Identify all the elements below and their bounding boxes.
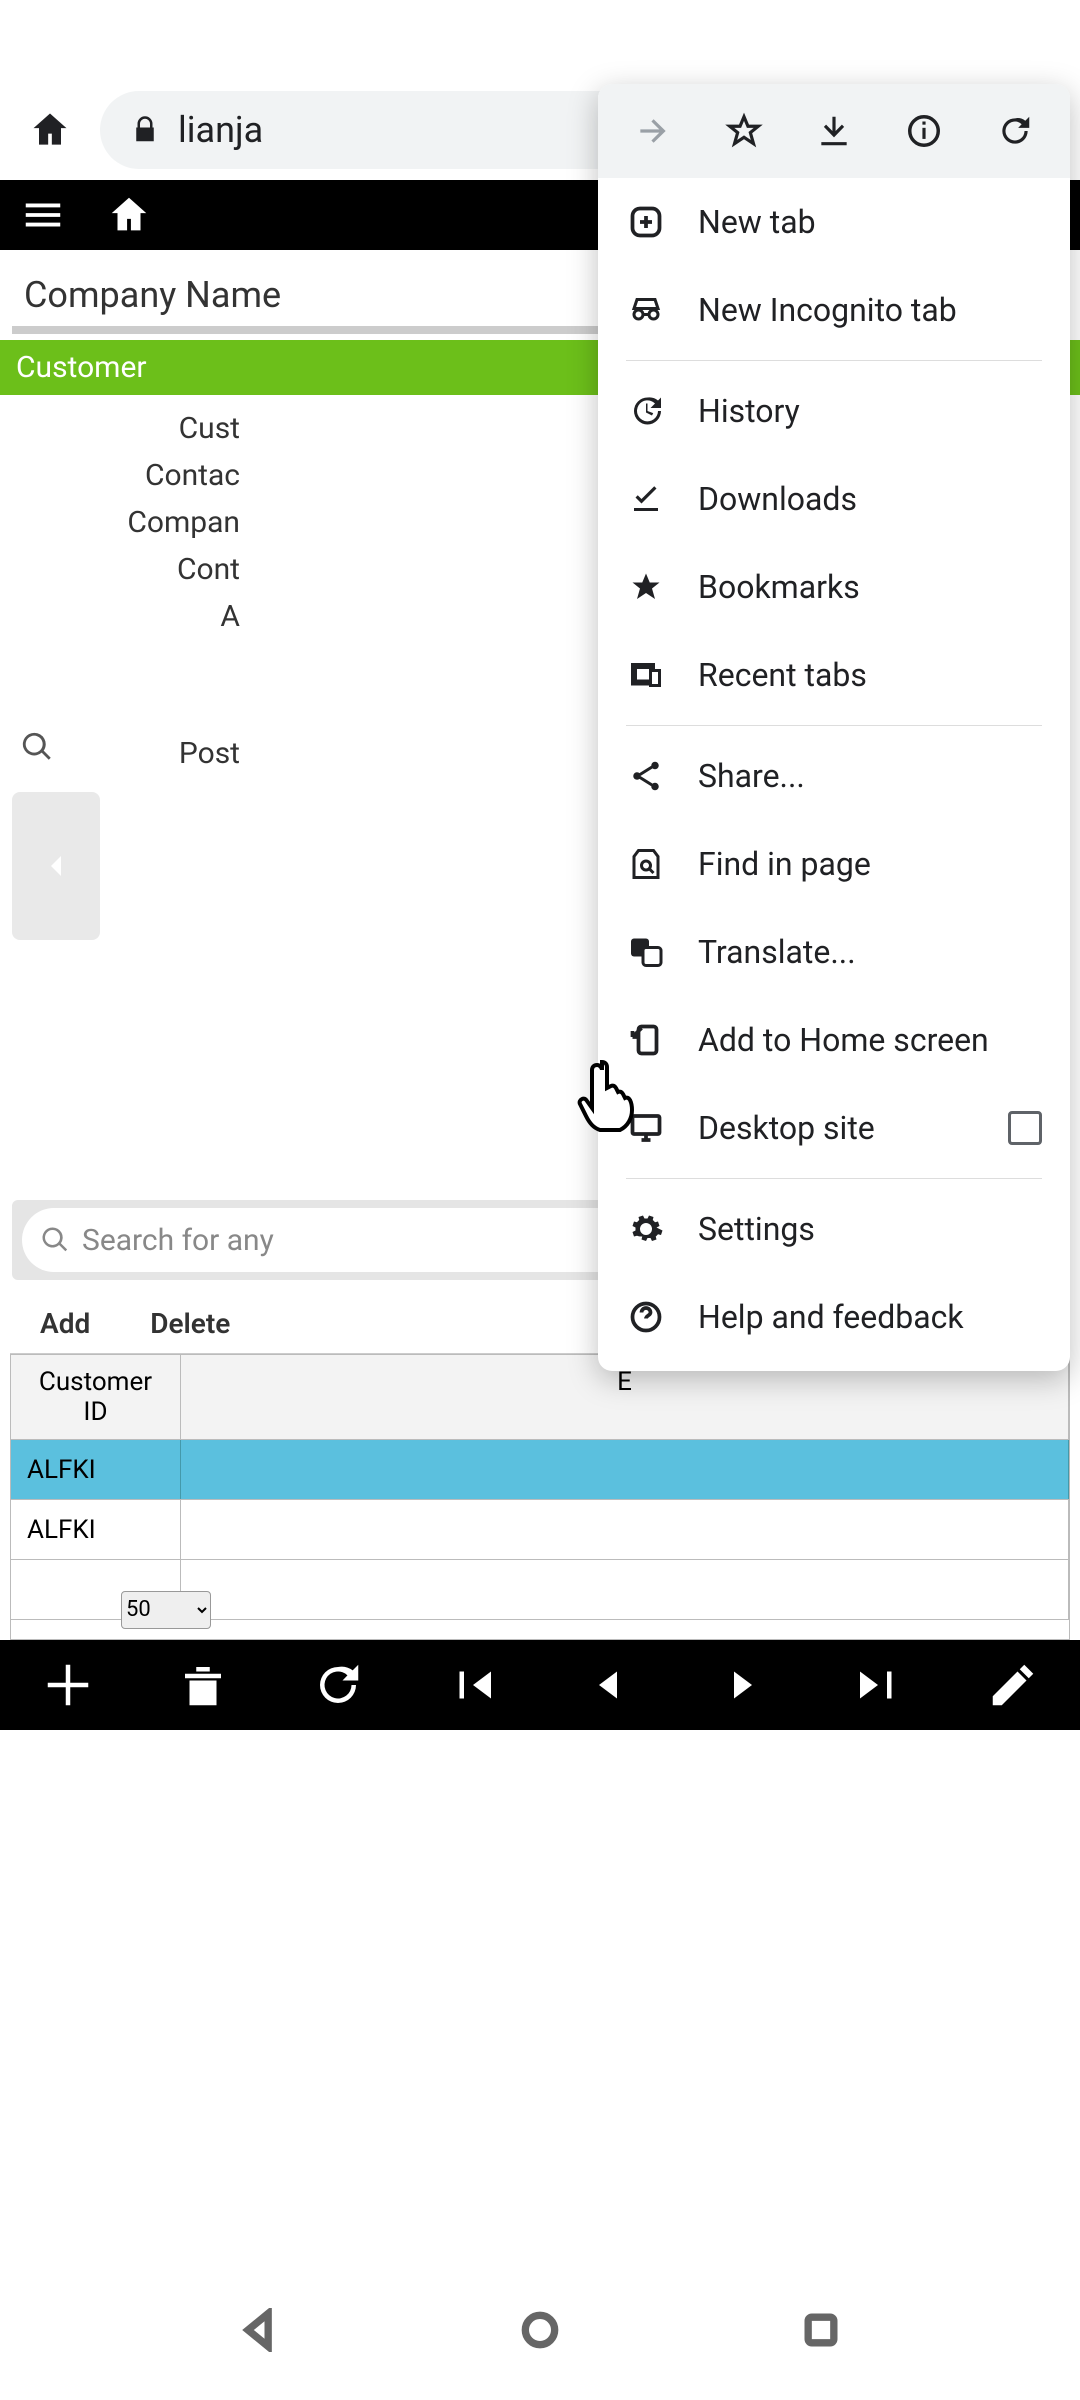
recents-nav-icon[interactable] <box>799 2308 843 2352</box>
field-label: Compan <box>0 499 240 546</box>
home-button[interactable] <box>20 100 80 160</box>
menu-item-label: Add to Home screen <box>698 1021 989 1059</box>
pager: 50 <box>10 1580 1070 1640</box>
star-icon[interactable] <box>725 112 763 150</box>
trash-icon[interactable] <box>176 1658 230 1712</box>
cell-customer-id: ALFKI <box>11 1440 181 1499</box>
app-home-icon[interactable] <box>106 192 152 238</box>
home-nav-icon[interactable] <box>518 2308 562 2352</box>
next-icon[interactable] <box>716 1658 770 1712</box>
first-icon[interactable] <box>446 1658 500 1712</box>
table-row[interactable]: ALFKI <box>10 1500 1070 1560</box>
search-icon <box>40 1225 70 1255</box>
plus-icon[interactable] <box>41 1658 95 1712</box>
menu-item-find[interactable]: Find in page <box>598 820 1070 908</box>
info-icon[interactable] <box>905 112 943 150</box>
menu-item-label: Recent tabs <box>698 656 867 694</box>
hamburger-icon[interactable] <box>20 192 66 238</box>
menu-icon-row <box>598 84 1070 178</box>
history-icon <box>626 393 666 429</box>
check-download-icon <box>626 481 666 517</box>
record-toolbar <box>0 1640 1080 1730</box>
menu-item-settings[interactable]: Settings <box>598 1185 1070 1273</box>
menu-item-label: Settings <box>698 1210 815 1248</box>
menu-item-label: Share... <box>698 757 805 795</box>
field-label: Cust <box>0 405 240 452</box>
menu-item-label: Find in page <box>698 845 871 883</box>
last-icon[interactable] <box>851 1658 905 1712</box>
menu-item-label: Desktop site <box>698 1109 875 1147</box>
home-icon <box>28 108 72 152</box>
menu-item-label: Bookmarks <box>698 568 860 606</box>
prev-icon[interactable] <box>581 1658 635 1712</box>
incognito-icon <box>626 292 666 328</box>
menu-item-desktop-site[interactable]: Desktop site <box>598 1084 1070 1172</box>
column-header[interactable]: Customer ID <box>11 1355 181 1439</box>
back-nav-icon[interactable] <box>237 2308 281 2352</box>
menu-item-share[interactable]: Share... <box>598 732 1070 820</box>
cell <box>181 1500 1069 1559</box>
find-icon <box>626 846 666 882</box>
menu-item-bookmarks[interactable]: Bookmarks <box>598 543 1070 631</box>
status-bar <box>0 0 1080 80</box>
android-nav-bar <box>0 2260 1080 2400</box>
search-icon[interactable] <box>20 730 54 768</box>
gear-icon <box>626 1211 666 1247</box>
field-label: Contac <box>0 452 240 499</box>
menu-separator <box>626 1178 1042 1179</box>
devices-icon <box>626 657 666 693</box>
expand-handle[interactable] <box>12 792 100 940</box>
cell <box>181 1440 1069 1499</box>
menu-item-label: New tab <box>698 203 816 241</box>
browser-overflow-menu: New tab New Incognito tab History Downlo… <box>598 84 1070 1371</box>
menu-separator <box>626 725 1042 726</box>
translate-icon <box>626 934 666 970</box>
lock-icon <box>130 115 160 145</box>
cursor-pointer-icon <box>576 1058 640 1138</box>
plus-box-icon <box>626 204 666 240</box>
menu-item-translate[interactable]: Translate... <box>598 908 1070 996</box>
page-size-select[interactable]: 50 <box>121 1591 211 1629</box>
menu-item-help[interactable]: Help and feedback <box>598 1273 1070 1361</box>
add-home-icon <box>626 1022 666 1058</box>
table-row[interactable]: ALFKI <box>10 1440 1070 1500</box>
menu-item-label: Downloads <box>698 480 857 518</box>
help-icon <box>626 1299 666 1335</box>
menu-item-label: History <box>698 392 800 430</box>
download-icon[interactable] <box>815 112 853 150</box>
menu-item-add-home[interactable]: Add to Home screen <box>598 996 1070 1084</box>
search-placeholder: Search for any <box>82 1223 274 1258</box>
menu-separator <box>626 360 1042 361</box>
star-filled-icon <box>626 569 666 605</box>
desktop-site-checkbox[interactable] <box>1008 1111 1042 1145</box>
cell-customer-id: ALFKI <box>11 1500 181 1559</box>
forward-icon[interactable] <box>634 112 672 150</box>
delete-button[interactable]: Delete <box>150 1307 230 1340</box>
field-label: A <box>0 593 240 640</box>
menu-item-label: New Incognito tab <box>698 291 957 329</box>
menu-item-label: Translate... <box>698 933 856 971</box>
edit-icon[interactable] <box>986 1658 1040 1712</box>
menu-item-downloads[interactable]: Downloads <box>598 455 1070 543</box>
menu-item-history[interactable]: History <box>598 367 1070 455</box>
refresh-icon[interactable] <box>311 1658 365 1712</box>
omnibox-text: lianja <box>178 109 263 151</box>
add-button[interactable]: Add <box>40 1307 90 1340</box>
menu-item-incognito[interactable]: New Incognito tab <box>598 266 1070 354</box>
reload-icon[interactable] <box>996 112 1034 150</box>
share-icon <box>626 758 666 794</box>
field-label: Cont <box>0 546 240 593</box>
menu-item-recent-tabs[interactable]: Recent tabs <box>598 631 1070 719</box>
menu-item-new-tab[interactable]: New tab <box>598 178 1070 266</box>
menu-item-label: Help and feedback <box>698 1298 964 1336</box>
